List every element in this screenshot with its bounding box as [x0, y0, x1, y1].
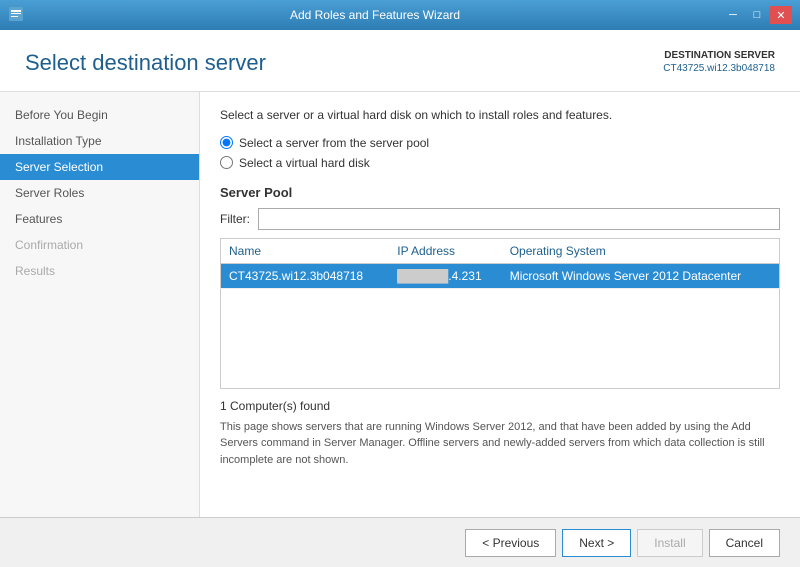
server-table: Name IP Address Operating System CT43725… [220, 238, 780, 389]
sidebar-item-features[interactable]: Features [0, 206, 199, 232]
info-text: This page shows servers that are running… [220, 419, 780, 469]
install-button[interactable]: Install [637, 529, 702, 557]
page-title: Select destination server [25, 50, 266, 76]
table-empty-row-2 [221, 308, 780, 328]
destination-label: DESTINATION SERVER [663, 50, 775, 61]
table-row[interactable]: CT43725.wi12.3b048718 ██████.4.231 Micro… [221, 263, 780, 288]
cell-os: Microsoft Windows Server 2012 Datacenter [502, 263, 780, 288]
filter-label: Filter: [220, 212, 250, 226]
cell-ip: ██████.4.231 [389, 263, 501, 288]
radio-group: Select a server from the server pool Sel… [220, 136, 780, 170]
window-title: Add Roles and Features Wizard [28, 8, 722, 22]
radio-server-pool-label: Select a server from the server pool [239, 136, 429, 150]
sidebar-item-before-you-begin[interactable]: Before You Begin [0, 102, 199, 128]
sidebar-item-installation-type[interactable]: Installation Type [0, 128, 199, 154]
titlebar-icon [8, 6, 28, 25]
radio-vhd-input[interactable] [220, 156, 233, 169]
footer: < Previous Next > Install Cancel [0, 517, 800, 567]
count-text: 1 Computer(s) found [220, 399, 780, 413]
radio-server-pool-input[interactable] [220, 136, 233, 149]
instruction-text: Select a server or a virtual hard disk o… [220, 107, 780, 124]
sidebar-item-server-roles[interactable]: Server Roles [0, 180, 199, 206]
maximize-button[interactable]: □ [746, 6, 768, 24]
main-window: Select destination server DESTINATION SE… [0, 30, 800, 567]
radio-vhd-label: Select a virtual hard disk [239, 156, 370, 170]
col-os: Operating System [502, 238, 780, 263]
sidebar-item-results: Results [0, 258, 199, 284]
sidebar: Before You Begin Installation Type Serve… [0, 92, 200, 517]
col-name: Name [221, 238, 390, 263]
sidebar-item-server-selection[interactable]: Server Selection [0, 154, 199, 180]
previous-button[interactable]: < Previous [465, 529, 556, 557]
page-header: Select destination server DESTINATION SE… [0, 30, 800, 92]
table-empty-row-4 [221, 348, 780, 368]
window-controls: ─ □ ✕ [722, 6, 792, 24]
body: Before You Begin Installation Type Serve… [0, 92, 800, 517]
content-area: Select a server or a virtual hard disk o… [200, 92, 800, 517]
table-empty-row-3 [221, 328, 780, 348]
cancel-button[interactable]: Cancel [709, 529, 780, 557]
ip-blurred: ██████ [397, 269, 448, 283]
destination-server-info: DESTINATION SERVER CT43725.wi12.3b048718 [663, 50, 775, 74]
table-empty-row-1 [221, 288, 780, 308]
next-button[interactable]: Next > [562, 529, 631, 557]
close-button[interactable]: ✕ [770, 6, 792, 24]
minimize-button[interactable]: ─ [722, 6, 744, 24]
cell-server-name: CT43725.wi12.3b048718 [221, 263, 390, 288]
table-empty-row-5 [221, 368, 780, 388]
filter-input[interactable] [258, 208, 780, 230]
radio-vhd[interactable]: Select a virtual hard disk [220, 156, 780, 170]
server-pool-section-label: Server Pool [220, 185, 780, 200]
col-ip: IP Address [389, 238, 501, 263]
sidebar-item-confirmation: Confirmation [0, 232, 199, 258]
filter-row: Filter: [220, 208, 780, 230]
destination-value: CT43725.wi12.3b048718 [663, 63, 775, 74]
radio-server-pool[interactable]: Select a server from the server pool [220, 136, 780, 150]
titlebar: Add Roles and Features Wizard ─ □ ✕ [0, 0, 800, 30]
